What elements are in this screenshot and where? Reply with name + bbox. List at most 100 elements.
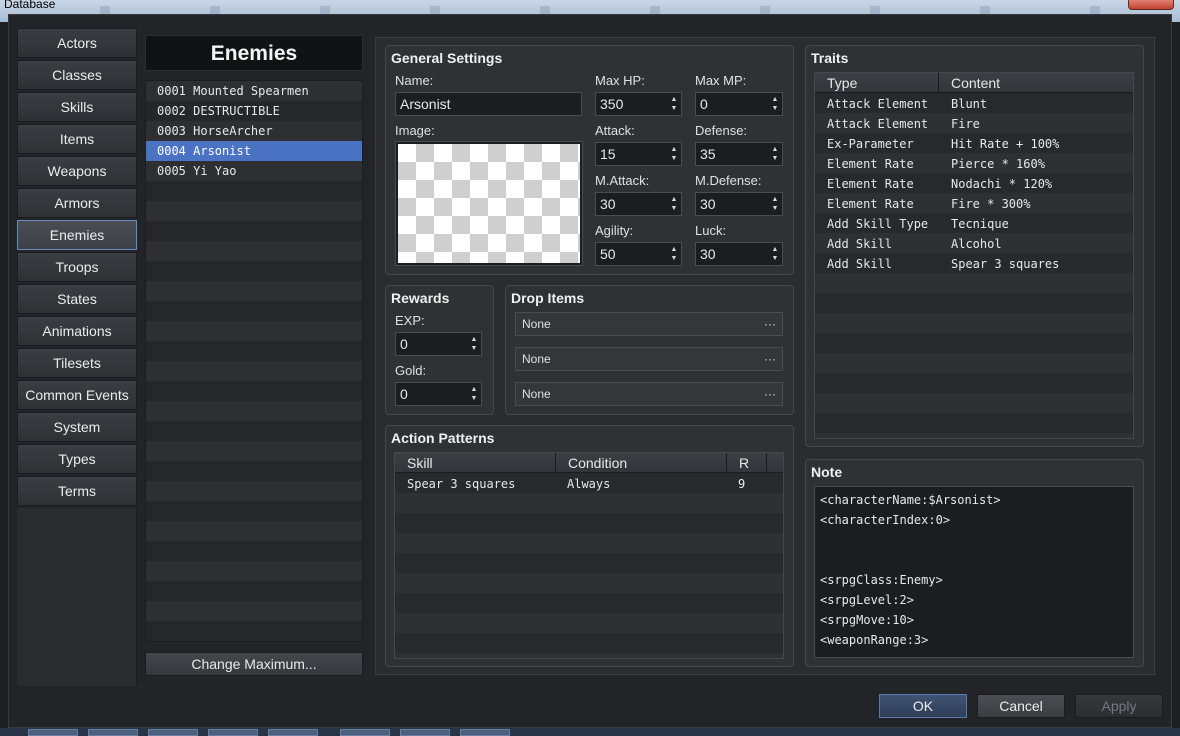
ok-button[interactable]: OK <box>879 694 967 718</box>
column-type[interactable]: Type <box>815 73 939 93</box>
trait-type: Add Skill <box>827 257 893 271</box>
ellipsis-icon[interactable]: ··· <box>764 383 776 405</box>
trait-content: Fire <box>951 117 980 131</box>
exp-stepper[interactable]: 0 ▲ ▼ <box>395 332 482 356</box>
category-panel-filler <box>17 508 137 686</box>
attack-stepper[interactable]: 15 ▲ ▼ <box>595 142 682 166</box>
category-system[interactable]: System <box>17 412 137 442</box>
ellipsis-icon[interactable]: ··· <box>764 348 776 370</box>
name-field[interactable]: Arsonist <box>395 92 582 116</box>
note-line: <srpgLevel:2> <box>820 593 914 607</box>
category-states[interactable]: States <box>17 284 137 314</box>
stepper-arrows-icon[interactable]: ▲ ▼ <box>670 245 678 263</box>
table-row[interactable]: Attack Element Blunt <box>815 94 1133 114</box>
table-row[interactable]: Element Rate Fire * 300% <box>815 194 1133 214</box>
category-classes[interactable]: Classes <box>17 60 137 90</box>
trait-type: Attack Element <box>827 97 929 111</box>
list-item-selected[interactable]: 0004 Arsonist <box>146 141 362 161</box>
luck-stepper[interactable]: 30 ▲ ▼ <box>695 242 783 266</box>
category-items[interactable]: Items <box>17 124 137 154</box>
apply-button[interactable]: Apply <box>1075 694 1163 718</box>
stepper-arrows-icon[interactable]: ▲ ▼ <box>470 385 478 403</box>
stepper-arrows-icon[interactable]: ▲ ▼ <box>771 95 779 113</box>
stepper-arrows-icon[interactable]: ▲ ▼ <box>470 335 478 353</box>
drop-item-3[interactable]: None ··· <box>515 382 783 406</box>
traits-table[interactable]: Type Content Attack Element Blunt Attack … <box>814 72 1134 439</box>
table-row[interactable]: Add Skill Type Tecnique <box>815 214 1133 234</box>
stepper-arrows-icon[interactable]: ▲ ▼ <box>670 145 678 163</box>
column-skill[interactable]: Skill <box>395 453 556 473</box>
action-patterns-table[interactable]: Skill Condition R Spear 3 squares Always… <box>394 452 784 659</box>
gold-stepper[interactable]: 0 ▲ ▼ <box>395 382 482 406</box>
defense-label: Defense: <box>695 123 748 138</box>
enemy-image-preview[interactable] <box>395 141 583 266</box>
category-tilesets[interactable]: Tilesets <box>17 348 137 378</box>
column-condition[interactable]: Condition <box>556 453 727 473</box>
gold-value: 0 <box>400 386 408 402</box>
table-row[interactable]: Spear 3 squares Always 9 <box>395 474 783 494</box>
trait-type: Ex-Parameter <box>827 137 914 151</box>
max-mp-stepper[interactable]: 0 ▲ ▼ <box>695 92 783 116</box>
enemies-list[interactable]: 0001 Mounted Spearmen 0002 DESTRUCTIBLE … <box>145 80 363 642</box>
change-maximum-button[interactable]: Change Maximum... <box>145 652 363 676</box>
category-armors[interactable]: Armors <box>17 188 137 218</box>
taskbar-item[interactable] <box>340 729 390 736</box>
taskbar-item[interactable] <box>268 729 318 736</box>
list-item[interactable]: 0002 DESTRUCTIBLE <box>146 101 362 121</box>
note-textarea[interactable]: <characterName:$Arsonist> <characterInde… <box>814 486 1134 658</box>
category-terms[interactable]: Terms <box>17 476 137 506</box>
stepper-arrows-icon[interactable]: ▲ ▼ <box>670 195 678 213</box>
stepper-arrows-icon[interactable]: ▲ ▼ <box>670 95 678 113</box>
drop-item-3-value: None <box>522 387 551 401</box>
category-skills[interactable]: Skills <box>17 92 137 122</box>
taskbar-item[interactable] <box>400 729 450 736</box>
category-weapons[interactable]: Weapons <box>17 156 137 186</box>
table-row[interactable]: Add Skill Alcohol <box>815 234 1133 254</box>
stepper-arrows-icon[interactable]: ▲ ▼ <box>771 195 779 213</box>
drop-item-2-value: None <box>522 352 551 366</box>
m-defense-stepper[interactable]: 30 ▲ ▼ <box>695 192 783 216</box>
max-hp-stepper[interactable]: 350 ▲ ▼ <box>595 92 682 116</box>
m-defense-label: M.Defense: <box>695 173 762 188</box>
category-animations[interactable]: Animations <box>17 316 137 346</box>
taskbar-item[interactable] <box>148 729 198 736</box>
taskbar-item[interactable] <box>88 729 138 736</box>
taskbar-item[interactable] <box>28 729 78 736</box>
m-defense-value: 30 <box>700 196 716 212</box>
stepper-arrows-icon[interactable]: ▲ ▼ <box>771 245 779 263</box>
cancel-button[interactable]: Cancel <box>977 694 1065 718</box>
drop-item-1[interactable]: None ··· <box>515 312 783 336</box>
taskbar-item[interactable] <box>208 729 258 736</box>
table-row[interactable]: Element Rate Nodachi * 120% <box>815 174 1133 194</box>
ellipsis-icon[interactable]: ··· <box>764 313 776 335</box>
defense-stepper[interactable]: 35 ▲ ▼ <box>695 142 783 166</box>
list-item[interactable]: 0005 Yi Yao <box>146 161 362 181</box>
table-row[interactable]: Element Rate Pierce * 160% <box>815 154 1133 174</box>
list-item[interactable]: 0003 HorseArcher <box>146 121 362 141</box>
image-label: Image: <box>395 123 435 138</box>
list-item[interactable]: 0001 Mounted Spearmen <box>146 81 362 101</box>
column-content[interactable]: Content <box>939 73 1133 93</box>
attack-label: Attack: <box>595 123 635 138</box>
luck-label: Luck: <box>695 223 727 238</box>
category-common-events[interactable]: Common Events <box>17 380 137 410</box>
category-types[interactable]: Types <box>17 444 137 474</box>
close-icon[interactable] <box>1128 0 1174 10</box>
trait-content: Spear 3 squares <box>951 257 1060 271</box>
trait-content: Nodachi * 120% <box>951 177 1053 191</box>
column-r[interactable]: R <box>727 453 767 473</box>
table-row[interactable]: Attack Element Fire <box>815 114 1133 134</box>
category-actors[interactable]: Actors <box>17 28 137 58</box>
max-hp-value: 350 <box>600 96 624 112</box>
table-row[interactable]: Add Skill Spear 3 squares <box>815 254 1133 274</box>
table-row[interactable]: Ex-Parameter Hit Rate + 100% <box>815 134 1133 154</box>
stepper-arrows-icon[interactable]: ▲ ▼ <box>771 145 779 163</box>
category-enemies[interactable]: Enemies <box>17 220 137 250</box>
note-line: <srpgMove:10> <box>820 613 914 627</box>
category-troops[interactable]: Troops <box>17 252 137 282</box>
drop-item-2[interactable]: None ··· <box>515 347 783 371</box>
table-header: Skill Condition R <box>395 453 783 473</box>
agility-stepper[interactable]: 50 ▲ ▼ <box>595 242 682 266</box>
m-attack-stepper[interactable]: 30 ▲ ▼ <box>595 192 682 216</box>
taskbar-item[interactable] <box>460 729 510 736</box>
